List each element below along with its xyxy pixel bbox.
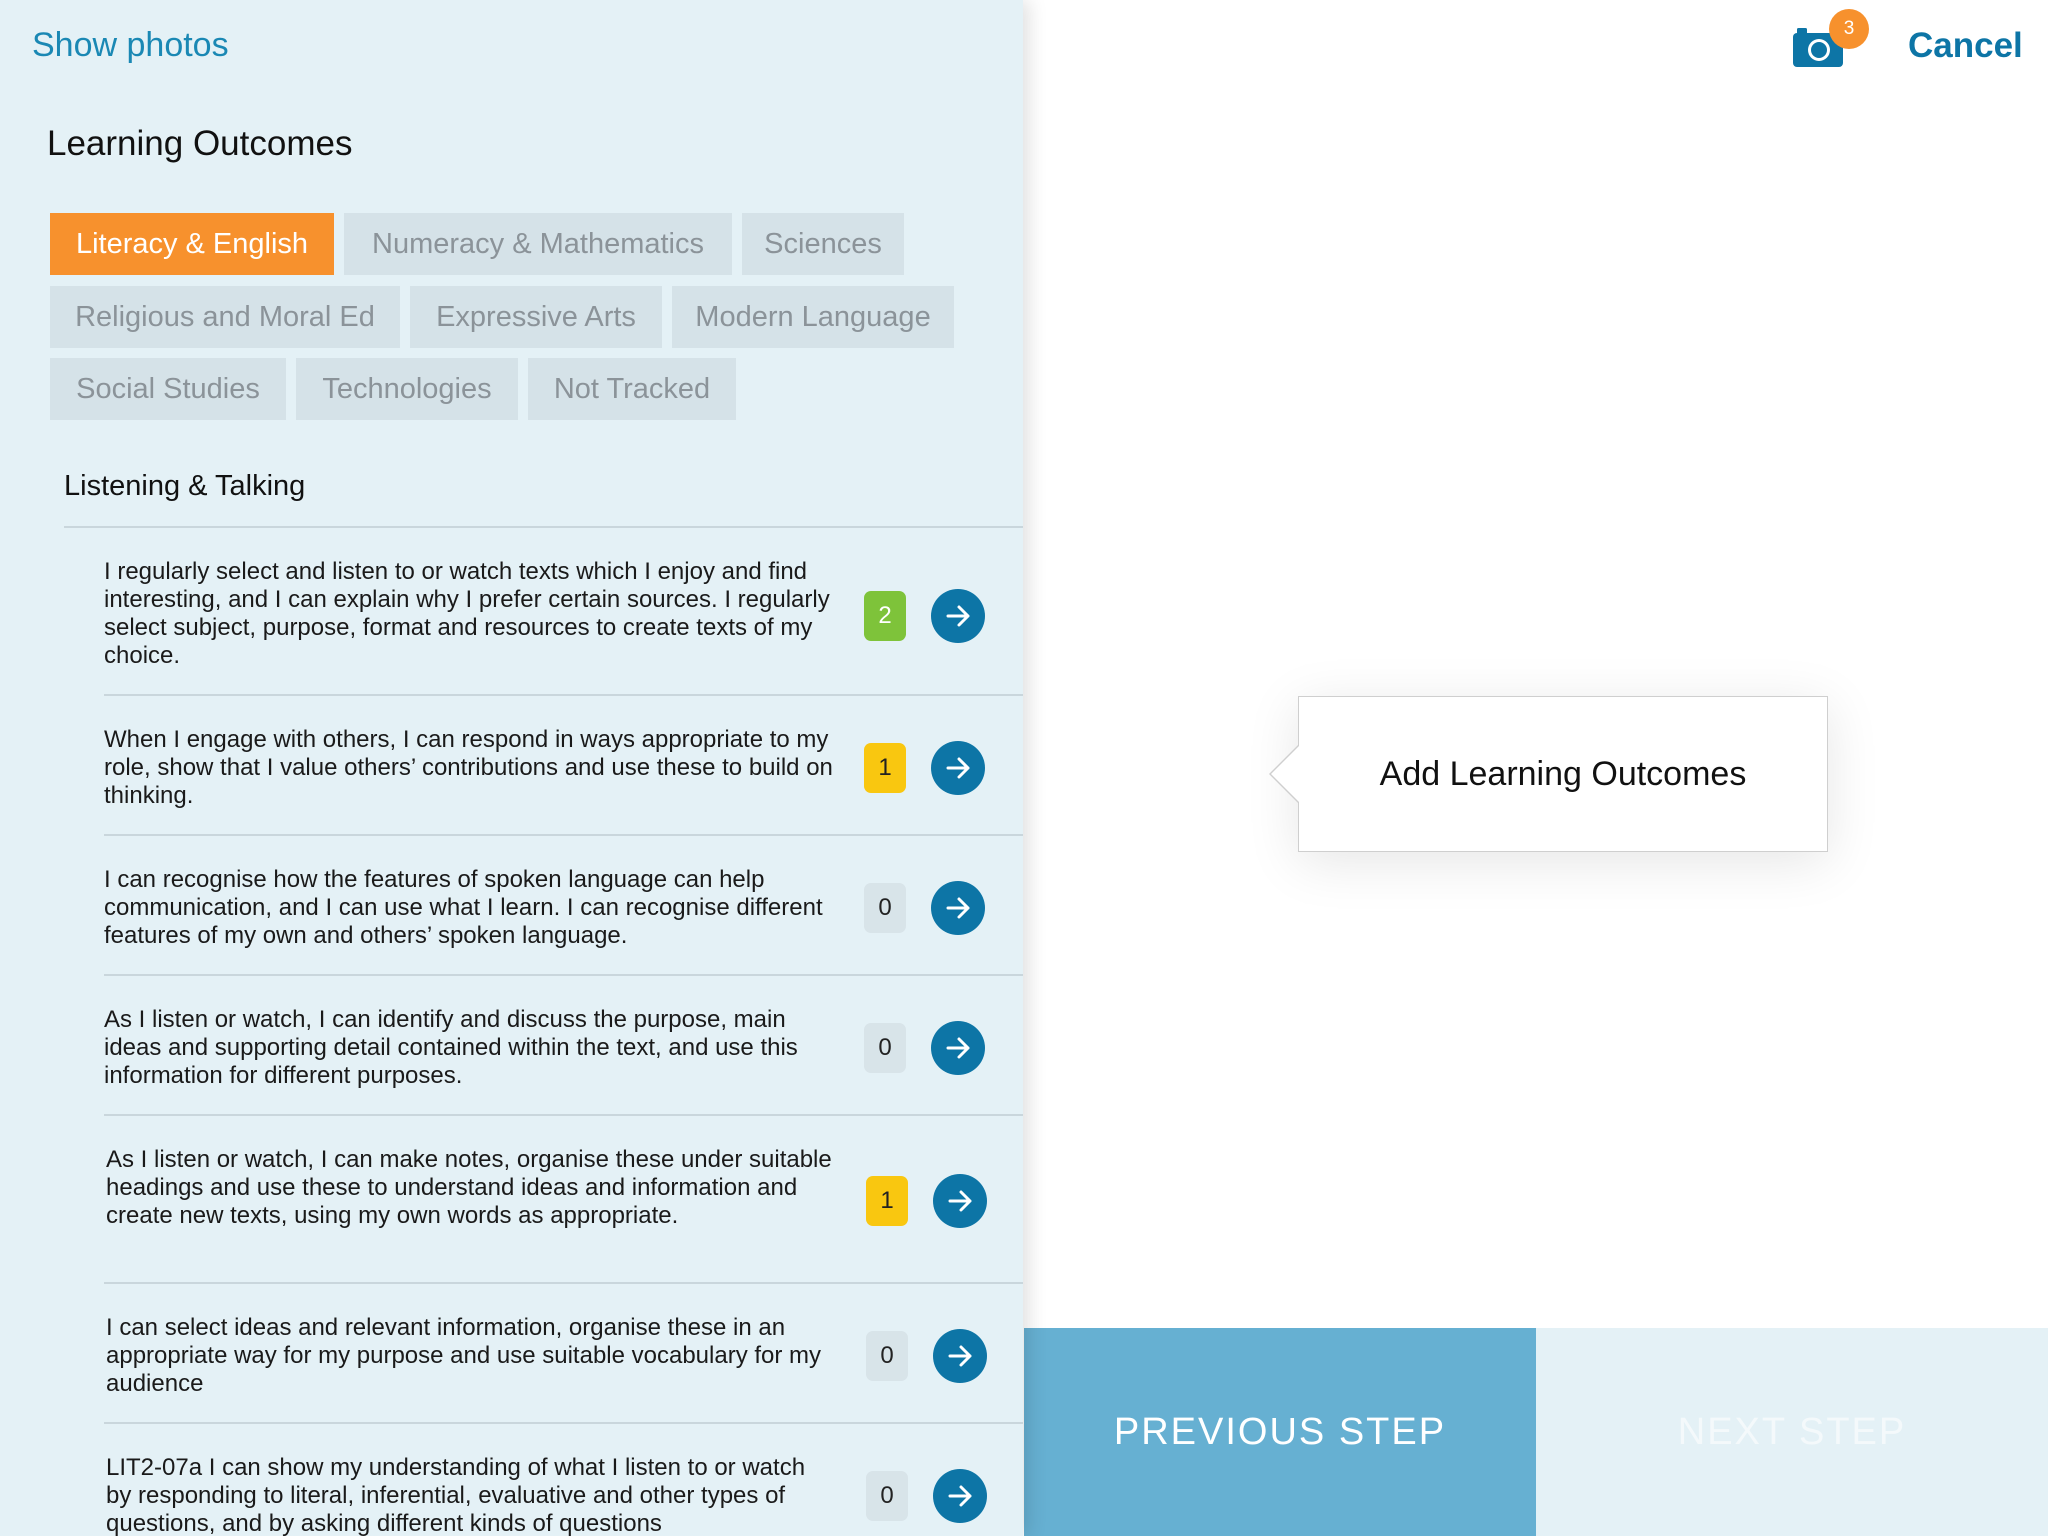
outcome-text: As I listen or watch, I can make notes, … xyxy=(106,1146,832,1229)
section-subheading: Listening & Talking xyxy=(64,470,306,502)
tab-religious-moral-ed[interactable]: Religious and Moral Ed xyxy=(50,286,400,348)
divider xyxy=(104,834,1023,836)
outcome-text: I can select ideas and relevant informat… xyxy=(106,1314,822,1397)
outcome-text: When I engage with others, I can respond… xyxy=(104,726,833,809)
tab-literacy-english[interactable]: Literacy & English xyxy=(50,213,334,275)
evidence-count-badge: 1 xyxy=(866,1176,908,1226)
outcome-row[interactable]: I can recognise how the features of spok… xyxy=(104,866,1023,976)
page-title: Learning Outcomes xyxy=(47,124,353,163)
open-outcome-button[interactable] xyxy=(933,1329,987,1383)
outcome-row[interactable]: I can select ideas and relevant informat… xyxy=(104,1314,1023,1424)
learning-outcomes-panel: Show photos Learning Outcomes Literacy &… xyxy=(0,0,1023,1536)
evidence-count-badge: 1 xyxy=(864,743,906,793)
divider xyxy=(104,974,1023,976)
open-outcome-button[interactable] xyxy=(931,1021,985,1075)
divider xyxy=(104,1114,1023,1116)
evidence-count-badge: 2 xyxy=(864,591,906,641)
arrow-right-icon xyxy=(948,1345,972,1367)
next-step-button[interactable]: NEXT STEP xyxy=(1536,1328,2048,1536)
outcome-row[interactable]: As I listen or watch, I can identify and… xyxy=(104,1006,1023,1116)
show-photos-link[interactable]: Show photos xyxy=(32,26,229,65)
tab-expressive-arts[interactable]: Expressive Arts xyxy=(410,286,662,348)
cancel-button[interactable]: Cancel xyxy=(1908,26,2023,66)
arrow-right-icon xyxy=(946,605,970,627)
open-outcome-button[interactable] xyxy=(933,1469,987,1523)
arrow-right-icon xyxy=(946,757,970,779)
tooltip-pointer xyxy=(1271,745,1300,803)
evidence-count-badge: 0 xyxy=(866,1331,908,1381)
open-outcome-button[interactable] xyxy=(931,881,985,935)
outcome-text: I can recognise how the features of spok… xyxy=(104,866,823,949)
tab-modern-language[interactable]: Modern Language xyxy=(672,286,954,348)
tab-sciences[interactable]: Sciences xyxy=(742,213,904,275)
tab-not-tracked[interactable]: Not Tracked xyxy=(528,358,736,420)
arrow-right-icon xyxy=(948,1190,972,1212)
evidence-count-badge: 0 xyxy=(866,1471,908,1521)
outcome-row[interactable]: As I listen or watch, I can make notes, … xyxy=(104,1146,1023,1286)
tooltip-text: Add Learning Outcomes xyxy=(1379,755,1747,793)
arrow-right-icon xyxy=(946,1037,970,1059)
outcome-text: LIT2-07a I can show my understanding of … xyxy=(106,1454,806,1536)
arrow-right-icon xyxy=(948,1485,972,1507)
photo-count-badge: 3 xyxy=(1829,9,1869,49)
outcome-row[interactable]: I regularly select and listen to or watc… xyxy=(104,558,1023,698)
outcome-text: As I listen or watch, I can identify and… xyxy=(104,1006,798,1089)
tab-technologies[interactable]: Technologies xyxy=(296,358,518,420)
outcome-row[interactable]: LIT2-07a I can show my understanding of … xyxy=(104,1454,1023,1536)
tab-numeracy-mathematics[interactable]: Numeracy & Mathematics xyxy=(344,213,732,275)
open-outcome-button[interactable] xyxy=(933,1174,987,1228)
divider xyxy=(104,694,1023,696)
tab-social-studies[interactable]: Social Studies xyxy=(50,358,286,420)
divider xyxy=(64,526,1023,528)
add-learning-outcomes-tooltip: Add Learning Outcomes xyxy=(1269,696,1828,852)
arrow-right-icon xyxy=(946,897,970,919)
outcome-row[interactable]: When I engage with others, I can respond… xyxy=(104,726,1023,836)
previous-step-button[interactable]: PREVIOUS STEP xyxy=(1024,1328,1536,1536)
open-outcome-button[interactable] xyxy=(931,741,985,795)
divider xyxy=(104,1282,1023,1284)
evidence-count-badge: 0 xyxy=(864,883,906,933)
divider xyxy=(104,1422,1023,1424)
open-outcome-button[interactable] xyxy=(931,589,985,643)
outcome-text: I regularly select and listen to or watc… xyxy=(104,558,830,669)
evidence-count-badge: 0 xyxy=(864,1023,906,1073)
